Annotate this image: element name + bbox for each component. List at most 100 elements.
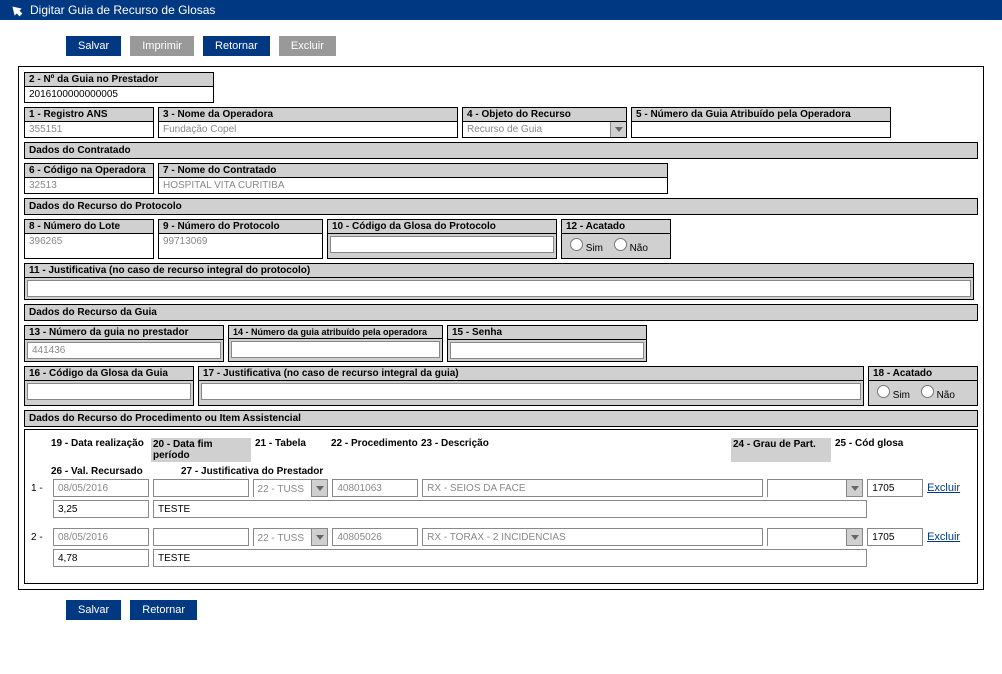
field-codigo-operadora: 6 - Código na Operadora	[24, 163, 154, 194]
objeto-recurso-dropdown[interactable]	[610, 122, 626, 137]
procedimento-input	[332, 479, 418, 497]
field-label: 10 - Código da Glosa do Protocolo	[328, 220, 556, 234]
col-descricao: 23 - Descrição	[421, 438, 731, 462]
excluir-button[interactable]: Excluir	[279, 36, 336, 56]
page-header: Digitar Guia de Recurso de Glosas	[0, 0, 1002, 20]
field-label: 1 - Registro ANS	[25, 108, 153, 122]
field-acatado-guia: 18 - Acatado Sim Não	[868, 366, 978, 406]
section-guia: Dados do Recurso da Guia	[24, 304, 978, 321]
top-toolbar: Salvar Imprimir Retornar Excluir	[18, 26, 984, 66]
registro-ans-input	[25, 122, 153, 137]
chevron-down-icon	[615, 127, 623, 132]
numero-lote-input	[25, 234, 153, 249]
field-codigo-glosa-guia: 16 - Código da Glosa da Guia	[24, 366, 194, 406]
arrow-icon	[8, 2, 24, 18]
field-label: 2 - Nº da Guia no Prestador	[25, 73, 213, 87]
grau-part-input[interactable]	[768, 480, 846, 498]
section-protocolo: Dados do Recurso do Protocolo	[24, 198, 978, 215]
grau-part-input[interactable]	[768, 529, 846, 547]
field-label: 6 - Código na Operadora	[25, 164, 153, 178]
imprimir-button[interactable]: Imprimir	[130, 36, 194, 56]
nome-contratado-input	[159, 178, 667, 193]
salvar-bottom-button[interactable]: Salvar	[66, 600, 121, 620]
objeto-recurso-input	[463, 122, 610, 137]
acatado-nao-label[interactable]: Não	[614, 243, 648, 254]
retornar-bottom-button[interactable]: Retornar	[130, 600, 197, 620]
col-tabela: 21 - Tabela	[251, 438, 331, 462]
table-row: 2 - Excluir	[31, 528, 971, 546]
col-val-recursado: 26 - Val. Recursado	[51, 466, 181, 477]
acatado-guia-sim-label[interactable]: Sim	[877, 390, 910, 401]
field-label: 13 - Número da guia no prestador	[25, 326, 223, 340]
tabela-dropdown[interactable]	[253, 528, 329, 546]
cod-glosa-input[interactable]	[867, 479, 923, 497]
chevron-down-icon[interactable]	[311, 529, 327, 545]
senha-input[interactable]	[450, 342, 644, 359]
field-label: 15 - Senha	[448, 326, 646, 340]
field-num-guia-prestador: 13 - Número da guia no prestador	[24, 325, 224, 362]
val-recursado-input[interactable]	[53, 500, 149, 518]
table-row-sub	[31, 549, 971, 567]
grau-part-dropdown[interactable]	[767, 528, 863, 546]
excluir-row-link[interactable]: Excluir	[927, 531, 960, 543]
codigo-glosa-guia-input[interactable]	[27, 383, 191, 400]
acatado-sim-label[interactable]: Sim	[570, 243, 603, 254]
acatado-sim-radio[interactable]	[570, 238, 583, 251]
field-registro-ans: 1 - Registro ANS	[24, 107, 154, 138]
justificativa-prestador-input[interactable]	[153, 549, 867, 567]
field-nome-contratado: 7 - Nome do Contratado	[158, 163, 668, 194]
chevron-down-icon[interactable]	[846, 529, 862, 545]
field-numero-protocolo: 9 - Número do Protocolo	[158, 219, 323, 259]
justificativa-protocolo-input[interactable]	[27, 280, 971, 297]
row-index: 1 -	[31, 483, 49, 494]
field-label: 4 - Objeto do Recurso	[463, 108, 626, 122]
acatado-guia-sim-radio[interactable]	[877, 385, 890, 398]
justificativa-guia-input[interactable]	[201, 383, 861, 400]
data-fim-input[interactable]	[153, 479, 249, 497]
field-label: 18 - Acatado	[869, 367, 977, 381]
field-num-guia-atrib-operadora: 14 - Número da guia atribuído pela opera…	[228, 325, 443, 362]
excluir-row-link[interactable]: Excluir	[927, 482, 960, 494]
row-index: 2 -	[31, 532, 49, 543]
field-label: 7 - Nome do Contratado	[159, 164, 667, 178]
tabela-dropdown[interactable]	[253, 479, 329, 497]
num-guia-operadora-input[interactable]	[632, 122, 890, 137]
col-data-fim: 20 - Data fim período	[151, 438, 251, 462]
acatado-guia-nao-radio[interactable]	[921, 385, 934, 398]
field-label: 14 - Número da guia atribuído pela opera…	[229, 326, 442, 339]
salvar-button[interactable]: Salvar	[66, 36, 121, 56]
col-data-realizacao: 19 - Data realização	[51, 438, 151, 462]
chevron-down-icon[interactable]	[311, 480, 327, 496]
section-contratado: Dados do Contratado	[24, 142, 978, 159]
col-procedimento: 22 - Procedimento	[331, 438, 421, 462]
acatado-guia-nao-label[interactable]: Não	[921, 390, 955, 401]
data-fim-input[interactable]	[153, 528, 249, 546]
codigo-glosa-protocolo-input[interactable]	[330, 236, 554, 253]
page-title: Digitar Guia de Recurso de Glosas	[30, 3, 215, 17]
justificativa-prestador-input[interactable]	[153, 500, 867, 518]
guia-prestador-input[interactable]	[25, 87, 213, 102]
acatado-nao-radio[interactable]	[614, 238, 627, 251]
descricao-input	[422, 479, 763, 497]
field-senha: 15 - Senha	[447, 325, 647, 362]
field-codigo-glosa-protocolo: 10 - Código da Glosa do Protocolo	[327, 219, 557, 259]
field-guia-prestador: 2 - Nº da Guia no Prestador	[24, 72, 214, 103]
field-nome-operadora: 3 - Nome da Operadora	[158, 107, 458, 138]
num-guia-atrib-operadora-input[interactable]	[231, 341, 440, 358]
field-justificativa-protocolo: 11 - Justificativa (no caso de recurso i…	[24, 263, 974, 300]
chevron-down-icon[interactable]	[846, 480, 862, 496]
field-label: 8 - Número do Lote	[25, 220, 153, 234]
main-panel: 2 - Nº da Guia no Prestador 1 - Registro…	[18, 66, 984, 590]
field-label: 3 - Nome da Operadora	[159, 108, 457, 122]
tabela-input	[254, 480, 312, 498]
field-label: 16 - Código da Glosa da Guia	[25, 367, 193, 381]
field-acatado-protocolo: 12 - Acatado Sim Não	[561, 219, 671, 259]
cod-glosa-input[interactable]	[867, 528, 923, 546]
bottom-toolbar: Salvar Retornar	[18, 596, 984, 630]
field-num-guia-operadora: 5 - Número da Guia Atribuído pela Operad…	[631, 107, 891, 138]
grau-part-dropdown[interactable]	[767, 479, 863, 497]
val-recursado-input[interactable]	[53, 549, 149, 567]
field-label: 5 - Número da Guia Atribuído pela Operad…	[632, 108, 890, 122]
field-justificativa-guia: 17 - Justificativa (no caso de recurso i…	[198, 366, 864, 406]
retornar-button[interactable]: Retornar	[203, 36, 270, 56]
